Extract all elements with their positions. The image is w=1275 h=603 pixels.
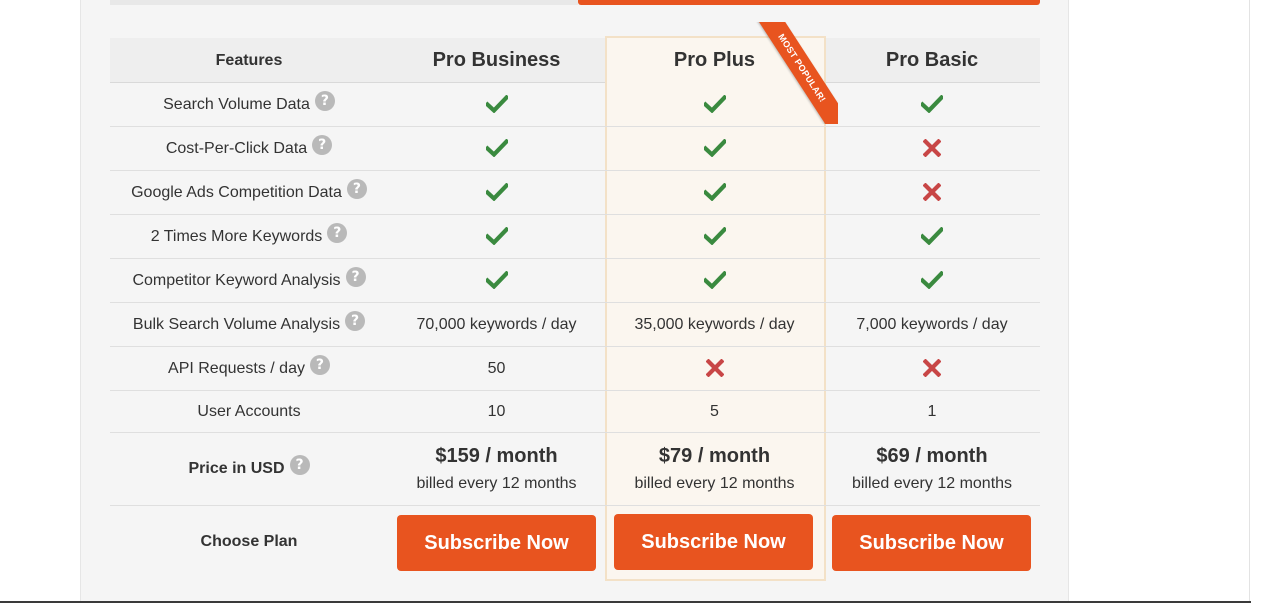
cross-icon bbox=[824, 171, 1040, 215]
feature-value-pro-plus: 35,000 keywords / day bbox=[634, 316, 795, 333]
feature-label: Google Ads Competition Data bbox=[131, 184, 342, 201]
checkmark-icon bbox=[388, 215, 605, 259]
checkmark-icon bbox=[824, 259, 1040, 303]
feature-label: Bulk Search Volume Analysis bbox=[132, 316, 341, 333]
checkmark-icon bbox=[605, 215, 824, 259]
top-orange-bar bbox=[578, 0, 1040, 5]
feature-label-cell: 2 Times More Keywords? bbox=[110, 215, 388, 259]
feature-label-cell: Cost-Per-Click Data? bbox=[110, 127, 388, 171]
subscribe-button-pro-business[interactable]: Subscribe Now bbox=[397, 515, 596, 571]
subscribe-button-pro-plus[interactable]: Subscribe Now bbox=[614, 514, 813, 570]
checkmark-icon bbox=[824, 215, 1040, 259]
checkmark-icon bbox=[605, 171, 824, 215]
feature-label-cell: API Requests / day? bbox=[110, 347, 388, 391]
price-pro-basic: $69 / month billed every 12 months bbox=[824, 433, 1040, 505]
price-amount: $159 / month bbox=[435, 444, 558, 467]
feature-label: Cost-Per-Click Data bbox=[165, 140, 308, 157]
checkmark-icon bbox=[605, 127, 824, 171]
price-label: Price in USD bbox=[188, 460, 285, 477]
feature-label: User Accounts bbox=[197, 402, 301, 420]
feature-label: API Requests / day bbox=[168, 360, 305, 377]
checkmark-icon bbox=[388, 83, 605, 127]
checkmark-icon bbox=[388, 259, 605, 303]
price-pro-business: $159 / month billed every 12 months bbox=[388, 433, 605, 505]
price-label-cell: Price in USD ? bbox=[110, 433, 388, 505]
question-circle-icon[interactable]: ? bbox=[309, 355, 330, 375]
question-circle-icon[interactable]: ? bbox=[345, 311, 366, 331]
feature-value-pro-business: 10 bbox=[487, 402, 506, 420]
plan-header-pro-business: Pro Business bbox=[432, 48, 561, 71]
price-amount: $79 / month bbox=[658, 444, 771, 467]
feature-label-cell: Google Ads Competition Data? bbox=[110, 171, 388, 215]
features-header: Features bbox=[215, 52, 283, 69]
price-pro-plus: $79 / month billed every 12 months bbox=[605, 433, 824, 505]
feature-value-pro-business: 50 bbox=[487, 360, 506, 377]
feature-label-cell: Competitor Keyword Analysis? bbox=[110, 259, 388, 303]
checkmark-icon bbox=[824, 83, 1040, 127]
question-circle-icon[interactable]: ? bbox=[312, 135, 333, 155]
feature-label: Search Volume Data bbox=[163, 96, 310, 113]
checkmark-icon bbox=[388, 171, 605, 215]
cross-icon bbox=[824, 127, 1040, 171]
choose-plan-label: Choose Plan bbox=[200, 533, 298, 550]
subscribe-button-pro-basic[interactable]: Subscribe Now bbox=[832, 515, 1031, 571]
feature-label: Competitor Keyword Analysis bbox=[132, 272, 341, 289]
question-circle-icon[interactable]: ? bbox=[289, 455, 310, 475]
checkmark-icon bbox=[605, 259, 824, 303]
question-circle-icon[interactable]: ? bbox=[314, 91, 335, 111]
billing-period: billed every 12 months bbox=[416, 474, 577, 492]
billing-period: billed every 12 months bbox=[851, 474, 1013, 492]
feature-label-cell: User Accounts bbox=[110, 391, 388, 432]
billing-period: billed every 12 months bbox=[634, 474, 795, 492]
page-right-border bbox=[1249, 0, 1250, 603]
feature-label-cell: Bulk Search Volume Analysis? bbox=[110, 303, 388, 347]
checkmark-icon bbox=[605, 83, 824, 127]
feature-value-pro-basic: 1 bbox=[927, 402, 937, 420]
feature-value-pro-plus: 5 bbox=[710, 402, 719, 420]
choose-plan-cell: Choose Plan bbox=[110, 506, 388, 578]
price-amount: $69 / month bbox=[876, 444, 988, 467]
cross-icon bbox=[824, 347, 1040, 391]
feature-label: 2 Times More Keywords bbox=[150, 228, 323, 245]
feature-value-pro-business: 70,000 keywords / day bbox=[416, 316, 577, 333]
question-circle-icon[interactable]: ? bbox=[346, 179, 367, 199]
cross-icon bbox=[605, 347, 824, 391]
top-gray-bar bbox=[110, 0, 578, 5]
question-circle-icon[interactable]: ? bbox=[327, 223, 348, 243]
question-circle-icon[interactable]: ? bbox=[345, 267, 366, 287]
checkmark-icon bbox=[388, 127, 605, 171]
feature-label-cell: Search Volume Data? bbox=[110, 83, 388, 127]
feature-value-pro-basic: 7,000 keywords / day bbox=[856, 316, 1008, 333]
plan-header-pro-basic: Pro Basic bbox=[885, 48, 979, 71]
